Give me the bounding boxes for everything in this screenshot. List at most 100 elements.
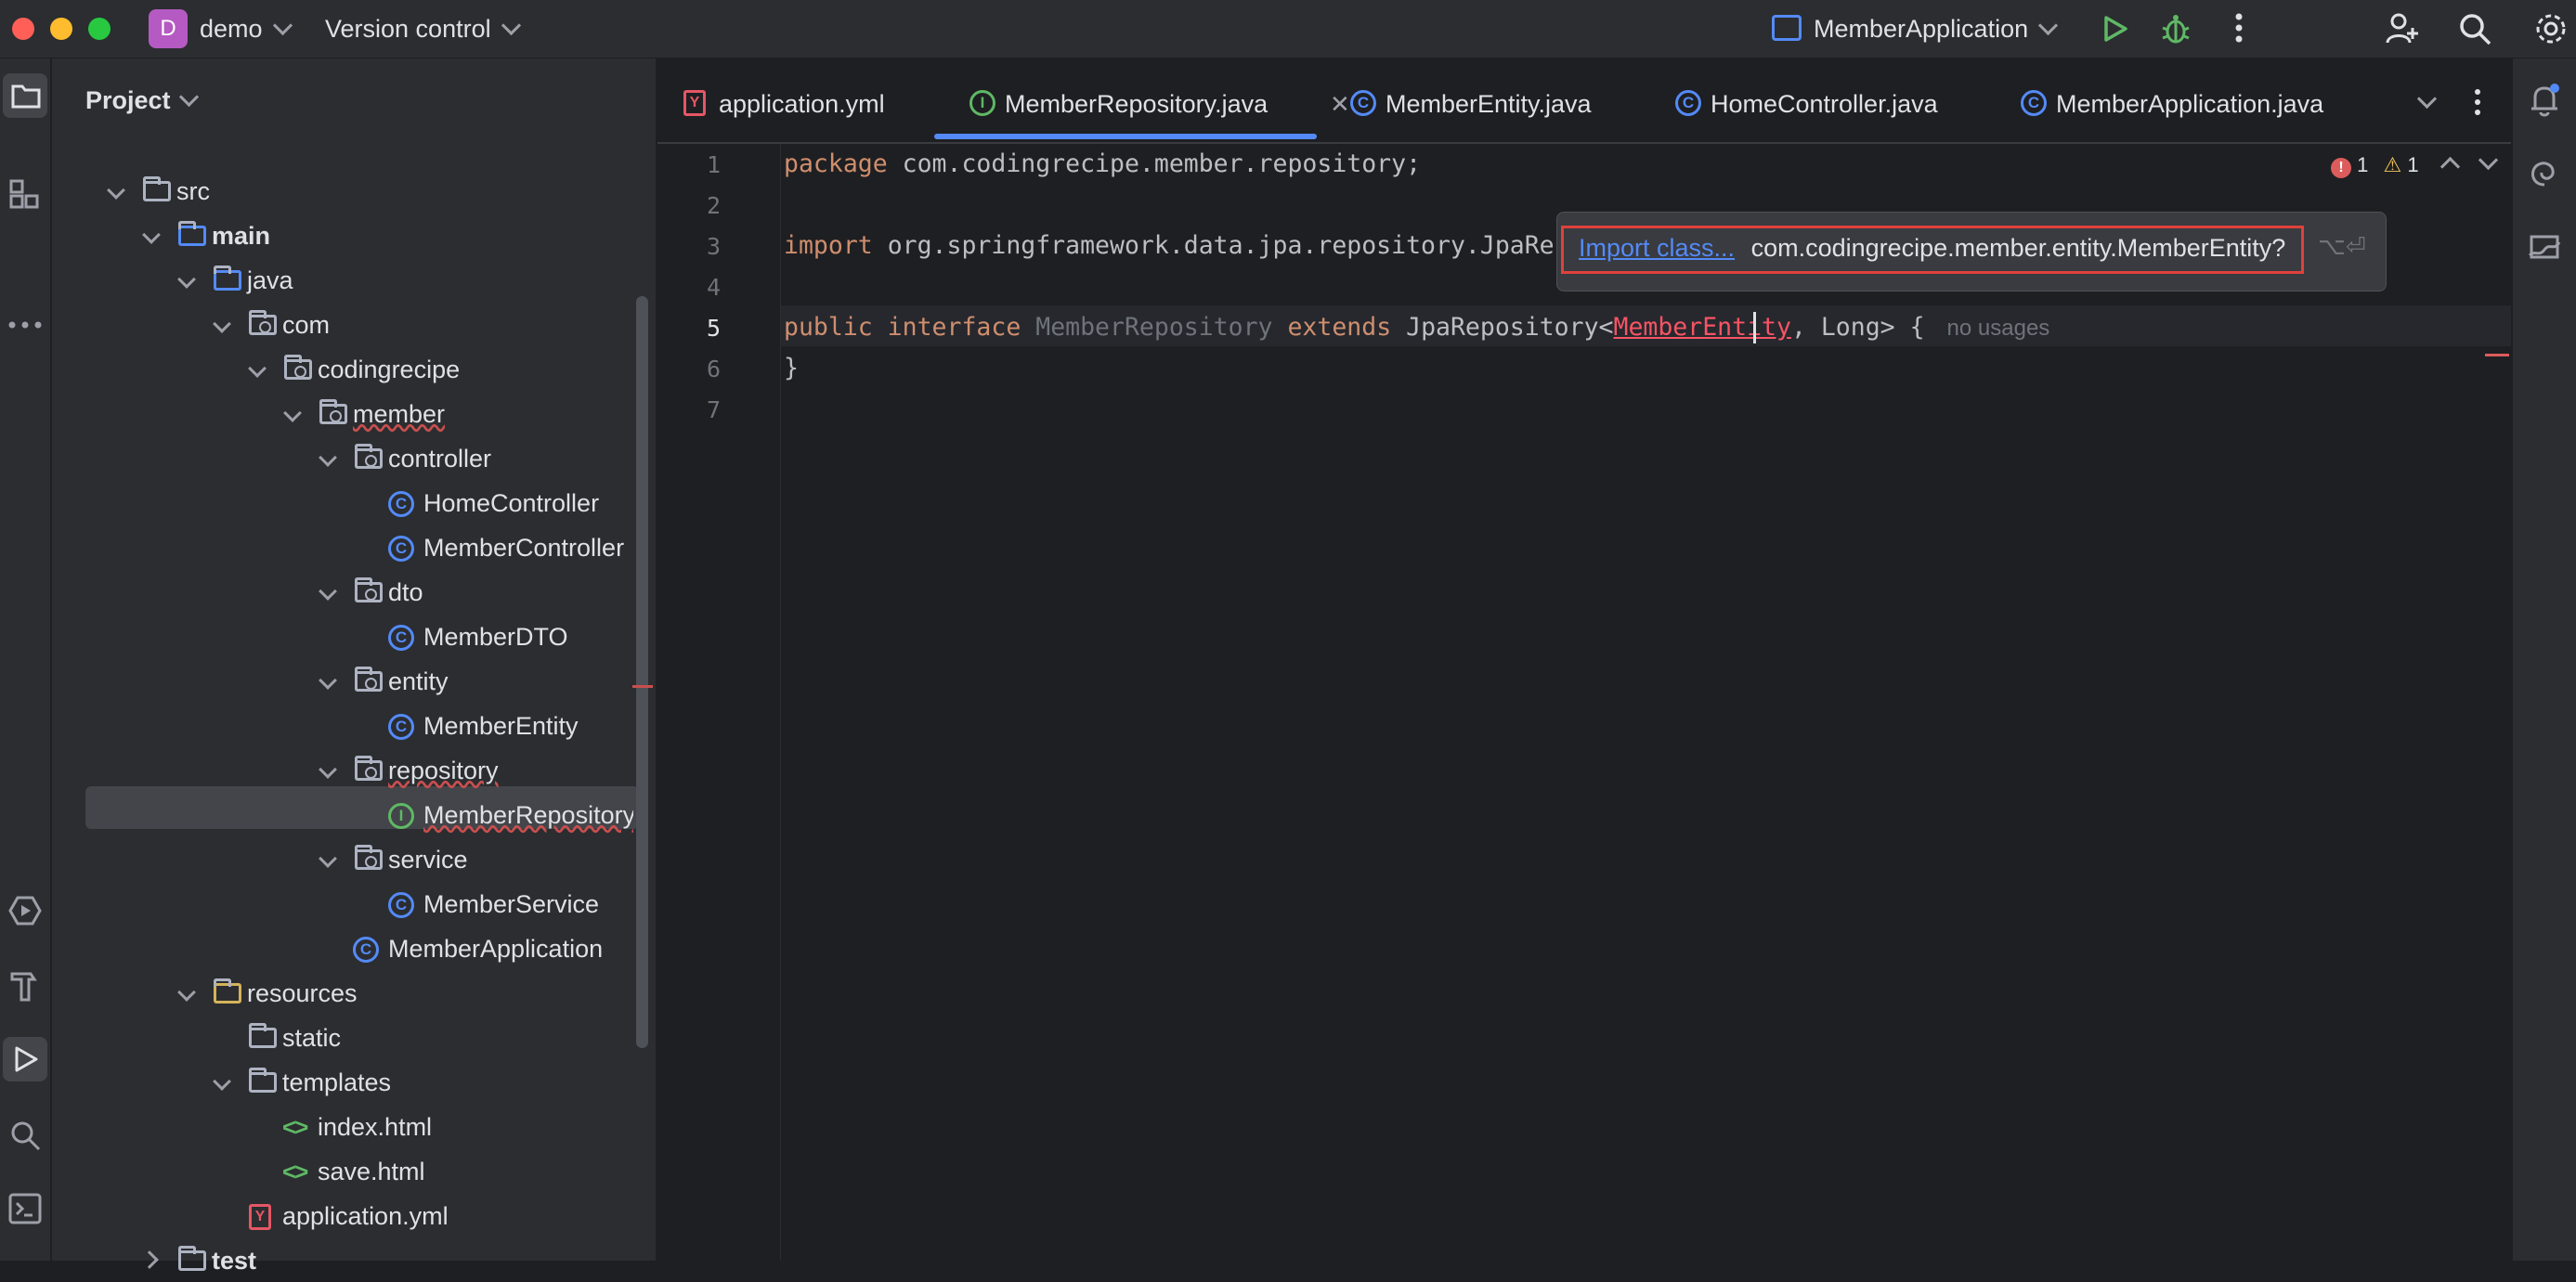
chevron-down-icon <box>142 226 161 244</box>
tree-label: com <box>282 311 331 339</box>
tree-label: MemberService <box>423 890 600 918</box>
project-panel: Project src main java com codingrecipe m… <box>52 58 656 1275</box>
zoom-window-button[interactable] <box>88 18 111 40</box>
chevron-down-icon <box>213 1072 231 1091</box>
tab-memberrepository-java[interactable]: I MemberRepository.java ✕ <box>934 58 1352 140</box>
tab-label: application.yml <box>719 90 885 118</box>
code-text: JpaRepository< <box>1391 313 1614 342</box>
folder-icon <box>11 84 41 109</box>
code-line-6[interactable]: } <box>784 354 799 382</box>
chevron-down-icon <box>178 86 199 108</box>
class-icon: C <box>1675 90 1701 116</box>
more-horizontal-icon[interactable] <box>7 320 43 330</box>
tree-row-memberrepository[interactable]: I MemberRepository <box>52 794 633 836</box>
chevron-down-icon <box>272 15 293 36</box>
code-text: org.springframework.data.jpa.repository.… <box>872 231 1584 260</box>
chevron-down-icon[interactable] <box>2478 149 2498 171</box>
folder-icon <box>249 1068 277 1093</box>
spring-class-icon: C <box>2021 90 2047 116</box>
tree-label: MemberApplication <box>388 935 604 963</box>
project-selector[interactable]: demo <box>200 15 293 44</box>
code-line-5[interactable]: public interface MemberRepository extend… <box>784 313 2049 342</box>
inspection-widget[interactable]: ! 1 ⚠ 1 <box>2331 149 2498 178</box>
chevron-down-icon <box>283 404 302 422</box>
error-count: 1 <box>2357 153 2369 176</box>
run-icon[interactable] <box>2099 13 2130 45</box>
line-number: 1 <box>706 151 721 178</box>
ai-assistant-spiral-icon[interactable] <box>2528 157 2561 190</box>
usages-hint[interactable]: no usages <box>1947 316 2050 341</box>
tree-label: application.yml <box>282 1202 449 1230</box>
text-cursor <box>1753 312 1756 343</box>
chevron-down-icon <box>213 315 231 333</box>
run-config-name: MemberApplication <box>1814 15 2029 43</box>
project-badge: D <box>149 9 188 48</box>
close-tab-icon[interactable]: ✕ <box>1330 58 1350 149</box>
chevron-up-icon[interactable] <box>2439 156 2460 177</box>
notifications-bell-icon[interactable] <box>2528 83 2561 118</box>
project-tool-button[interactable] <box>3 73 47 118</box>
tree-label: dto <box>388 578 423 606</box>
chevron-down-icon <box>177 270 196 289</box>
run-window-icon <box>15 1046 38 1072</box>
folder-icon <box>178 1246 206 1271</box>
line-number: 7 <box>706 396 721 423</box>
build-hammer-icon[interactable] <box>8 968 42 1002</box>
code-line-1[interactable]: package com.codingrecipe.member.reposito… <box>784 149 1421 178</box>
warning-icon: ⚠ <box>2383 153 2402 176</box>
code-text: } <box>784 354 799 382</box>
settings-gear-icon[interactable] <box>2532 10 2569 47</box>
structure-icon[interactable] <box>9 179 41 211</box>
minimize-window-button[interactable] <box>50 18 72 40</box>
services-icon[interactable] <box>8 894 42 927</box>
popup-content: Import class... com.codingrecipe.member.… <box>1579 234 2285 263</box>
more-vertical-icon[interactable] <box>2223 11 2255 45</box>
package-icon <box>319 399 347 424</box>
shortcut-hint: ⌥⏎ <box>2318 232 2366 260</box>
popup-pointer <box>1584 278 1607 290</box>
class-icon: C <box>388 892 414 918</box>
interface-icon: I <box>388 803 414 829</box>
editor-tab-bar: Y application.yml I MemberRepository.jav… <box>657 58 2511 144</box>
tab-list-chevron-icon[interactable] <box>2416 88 2438 110</box>
tree-label: MemberController <box>423 534 625 562</box>
error-stripe-mark <box>2485 354 2509 356</box>
find-icon[interactable] <box>9 1120 41 1151</box>
package-icon <box>355 667 383 692</box>
add-user-icon[interactable] <box>2385 11 2420 46</box>
resources-folder-icon <box>214 978 241 1004</box>
debug-icon[interactable] <box>2160 12 2192 45</box>
left-tool-stripe <box>0 58 52 1261</box>
vcs-selector[interactable]: Version control <box>325 15 521 44</box>
error-icon: ! <box>2331 158 2351 178</box>
terminal-icon[interactable] <box>8 1193 42 1224</box>
keyword: extends <box>1287 313 1392 342</box>
class-icon: C <box>388 536 414 562</box>
import-class-link[interactable]: Import class... <box>1579 234 1735 262</box>
database-icon[interactable] <box>2526 231 2563 263</box>
project-scrollbar[interactable] <box>636 296 648 1048</box>
tree-label: templates <box>282 1068 392 1096</box>
code-text: com.codingrecipe.member.repository; <box>887 149 1422 178</box>
tree-label: HomeController <box>423 489 600 517</box>
line-number: 3 <box>706 233 721 260</box>
tree-label: MemberDTO <box>423 623 568 651</box>
tree-label: MemberEntity <box>423 712 579 740</box>
search-icon[interactable] <box>2457 11 2492 46</box>
active-tab-indicator <box>934 134 1317 139</box>
tree-label: entity <box>388 667 449 695</box>
project-panel-header[interactable]: Project <box>85 86 199 115</box>
tree-label: member <box>353 400 446 428</box>
run-config-selector[interactable]: MemberApplication <box>1814 15 2059 44</box>
package-icon <box>355 756 383 781</box>
chevron-down-icon <box>319 849 337 868</box>
close-window-button[interactable] <box>12 18 34 40</box>
more-vertical-icon[interactable] <box>2466 86 2489 118</box>
chevron-down-icon <box>319 582 337 601</box>
unresolved-symbol[interactable]: MemberEntity <box>1613 313 1790 342</box>
tree-label: MemberRepository <box>423 801 633 829</box>
run-tool-button[interactable] <box>3 1037 47 1081</box>
yml-file-icon: Y <box>249 1204 271 1230</box>
code-line-3[interactable]: import org.springframework.data.jpa.repo… <box>784 231 1584 260</box>
tree-label: index.html <box>318 1113 433 1141</box>
